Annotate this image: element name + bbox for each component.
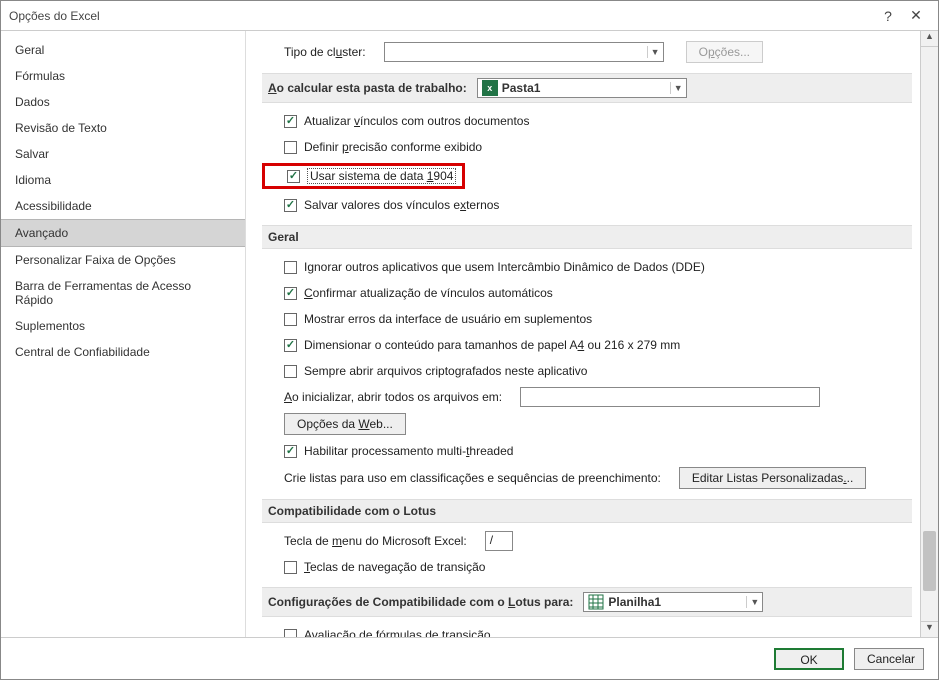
excel-options-dialog: Opções do Excel ? ✕ Geral Fórmulas Dados… bbox=[0, 0, 939, 680]
web-options-row: Opções da Web... bbox=[262, 413, 912, 435]
custom-lists-label: Crie listas para uso em classificações e… bbox=[284, 471, 661, 485]
checkbox-teclas-navegacao-transicao[interactable]: Teclas de navegação de transição bbox=[262, 557, 912, 577]
cancel-button[interactable]: Cancelar bbox=[854, 648, 924, 670]
sidebar-item-salvar[interactable]: Salvar bbox=[1, 141, 245, 167]
vertical-scrollbar[interactable]: ▲ ▼ bbox=[920, 31, 938, 637]
checkbox-icon bbox=[284, 561, 297, 574]
custom-lists-row: Crie listas para uso em classificações e… bbox=[262, 467, 912, 489]
checkbox-icon bbox=[284, 629, 297, 638]
window-title: Opções do Excel bbox=[9, 9, 874, 23]
sidebar-item-avancado[interactable]: Avançado bbox=[1, 219, 245, 247]
section-header-lotus: Compatibilidade com o Lotus bbox=[262, 499, 912, 523]
highlight-box: Usar sistema de data 1904 bbox=[262, 163, 465, 189]
sidebar-item-dados[interactable]: Dados bbox=[1, 89, 245, 115]
checkbox-definir-precisao[interactable]: Definir precisão conforme exibido bbox=[262, 137, 912, 157]
sidebar-item-geral[interactable]: Geral bbox=[1, 37, 245, 63]
sidebar-item-revisao[interactable]: Revisão de Texto bbox=[1, 115, 245, 141]
close-icon[interactable]: ✕ bbox=[902, 7, 930, 24]
checkbox-icon bbox=[284, 339, 297, 352]
chevron-down-icon: ▼ bbox=[647, 46, 663, 58]
checkbox-dimensionar-a4[interactable]: Dimensionar o conteúdo para tamanhos de … bbox=[262, 335, 912, 355]
checkbox-atualizar-vinculos[interactable]: Atualizar vínculos com outros documentos bbox=[262, 111, 912, 131]
ok-button[interactable]: OK bbox=[774, 648, 844, 670]
category-sidebar: Geral Fórmulas Dados Revisão de Texto Sa… bbox=[1, 31, 246, 637]
checkbox-usar-sistema-data-1904[interactable]: Usar sistema de data 1904 bbox=[307, 168, 456, 184]
sidebar-item-acessibilidade[interactable]: Acessibilidade bbox=[1, 193, 245, 219]
dialog-footer: OK Cancelar bbox=[1, 637, 938, 679]
chevron-down-icon: ▼ bbox=[746, 596, 762, 608]
checkbox-icon bbox=[284, 115, 297, 128]
sidebar-item-formulas[interactable]: Fórmulas bbox=[1, 63, 245, 89]
checkbox-avaliacao-formulas-transicao[interactable]: Avaliação de fórmulas de transição bbox=[262, 625, 912, 637]
scroll-up-icon[interactable]: ▲ bbox=[921, 31, 938, 47]
cluster-dropdown[interactable]: ▼ bbox=[384, 42, 664, 62]
init-open-files-input[interactable] bbox=[520, 387, 820, 407]
sidebar-item-barra-ferramentas[interactable]: Barra de Ferramentas de Acesso Rápido bbox=[1, 273, 245, 313]
cluster-label: Tipo de cluster: bbox=[284, 45, 366, 59]
checkbox-sempre-abrir-criptografados[interactable]: Sempre abrir arquivos criptografados nes… bbox=[262, 361, 912, 381]
row-data-1904-highlighted: Usar sistema de data 1904 bbox=[262, 163, 912, 189]
excel-file-icon: x bbox=[482, 80, 498, 96]
cluster-row: Tipo de cluster: ▼ Opções... bbox=[262, 41, 912, 63]
checkbox-icon[interactable] bbox=[287, 170, 300, 183]
sidebar-item-personalizar-faixa[interactable]: Personalizar Faixa de Opções bbox=[1, 247, 245, 273]
checkbox-confirmar-atualizacao[interactable]: Confirmar atualização de vínculos automá… bbox=[262, 283, 912, 303]
sidebar-item-idioma[interactable]: Idioma bbox=[1, 167, 245, 193]
chevron-down-icon: ▼ bbox=[670, 82, 686, 94]
checkbox-icon bbox=[284, 287, 297, 300]
sidebar-item-suplementos[interactable]: Suplementos bbox=[1, 313, 245, 339]
cluster-options-button: Opções... bbox=[686, 41, 763, 63]
lotus-menu-key-input[interactable]: / bbox=[485, 531, 513, 551]
web-options-button[interactable]: Opções da Web... bbox=[284, 413, 406, 435]
sidebar-item-central-confiabilidade[interactable]: Central de Confiabilidade bbox=[1, 339, 245, 365]
workbook-dropdown[interactable]: x Pasta1 ▼ bbox=[477, 78, 687, 98]
section-header-calcular: Ao calcular esta pasta de trabalho: x Pa… bbox=[262, 73, 912, 103]
titlebar: Opções do Excel ? ✕ bbox=[1, 1, 938, 31]
settings-panel: Tipo de cluster: ▼ Opções... Ao calcular… bbox=[246, 31, 920, 637]
checkbox-icon bbox=[284, 141, 297, 154]
checkbox-salvar-valores-vinculos[interactable]: Salvar valores dos vínculos externos bbox=[262, 195, 912, 215]
scroll-down-icon[interactable]: ▼ bbox=[921, 621, 938, 637]
edit-custom-lists-button[interactable]: Editar Listas Personalizadas... bbox=[679, 467, 866, 489]
init-open-files-label: Ao inicializar, abrir todos os arquivos … bbox=[284, 390, 502, 404]
help-icon[interactable]: ? bbox=[874, 8, 902, 24]
checkbox-ignorar-dde[interactable]: Ignorar outros aplicativos que usem Inte… bbox=[262, 257, 912, 277]
section-header-geral: Geral bbox=[262, 225, 912, 249]
checkbox-mostrar-erros-ui[interactable]: Mostrar erros da interface de usuário em… bbox=[262, 309, 912, 329]
lotus-menu-key-label: Tecla de menu do Microsoft Excel: bbox=[284, 534, 467, 548]
content-area: Geral Fórmulas Dados Revisão de Texto Sa… bbox=[1, 31, 938, 637]
init-open-files-row: Ao inicializar, abrir todos os arquivos … bbox=[262, 387, 912, 407]
checkbox-icon bbox=[284, 199, 297, 212]
checkbox-multi-threaded[interactable]: Habilitar processamento multi-threaded bbox=[262, 441, 912, 461]
checkbox-icon bbox=[284, 313, 297, 326]
worksheet-icon bbox=[588, 594, 604, 610]
lotus-sheet-dropdown[interactable]: Planilha1 ▼ bbox=[583, 592, 763, 612]
lotus-menu-key-row: Tecla de menu do Microsoft Excel: / bbox=[262, 531, 912, 551]
checkbox-icon bbox=[284, 261, 297, 274]
checkbox-icon bbox=[284, 445, 297, 458]
scrollbar-thumb[interactable] bbox=[923, 531, 936, 591]
section-header-lotus-compat: Configurações de Compatibilidade com o L… bbox=[262, 587, 912, 617]
checkbox-icon bbox=[284, 365, 297, 378]
